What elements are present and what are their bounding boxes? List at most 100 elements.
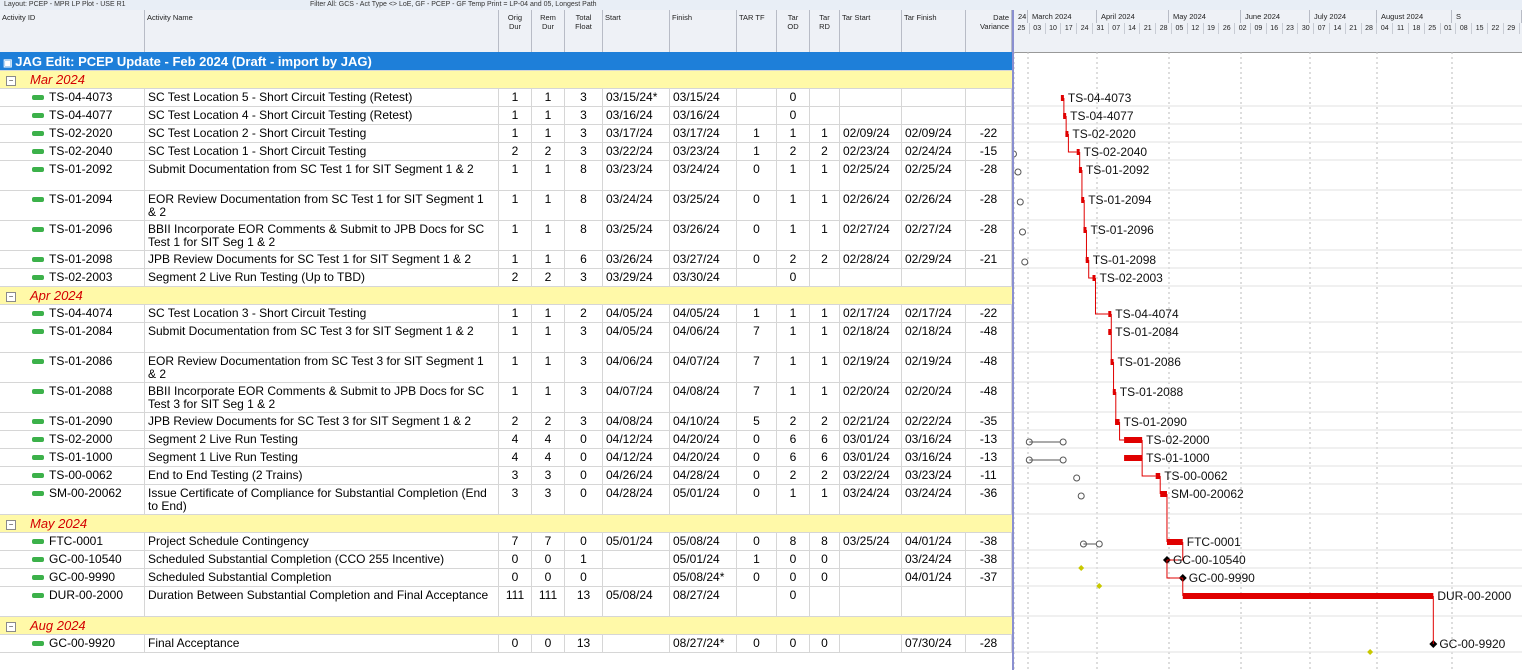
activity-id-cell: DUR-00-2000 (0, 587, 145, 616)
col-tar-tf[interactable]: TAR TF (737, 10, 777, 52)
col-finish[interactable]: Finish (670, 10, 737, 52)
cell-od: 0 (499, 551, 532, 568)
table-row[interactable]: TS-00-0062 End to End Testing (2 Trains) 3… (0, 467, 1012, 485)
cell-tartf (737, 269, 777, 286)
col-orig-dur[interactable]: Orig Dur (499, 10, 532, 52)
col-date-variance[interactable]: Date Variance (966, 10, 1012, 52)
col-start[interactable]: Start (603, 10, 670, 52)
collapse-icon[interactable]: − (6, 75, 16, 86)
cell-rd: 1 (532, 161, 565, 190)
gantt-bar-label: TS-00-0062 (1164, 469, 1228, 483)
col-tar-rd[interactable]: Tar RD (810, 10, 840, 52)
gantt-bar[interactable] (1160, 491, 1167, 497)
cell-start: 05/08/24 (603, 587, 670, 616)
table-row[interactable]: TS-01-2088 BBII Incorporate EOR Comments … (0, 383, 1012, 413)
table-row[interactable]: GC-00-10540 Scheduled Substantial Complet… (0, 551, 1012, 569)
cell-start: 05/01/24 (603, 533, 670, 550)
cell-tfinish: 03/24/24 (902, 485, 966, 514)
project-row[interactable]: ▣ JAG Edit: PCEP Update - Feb 2024 (Draf… (0, 52, 1012, 71)
table-row[interactable]: TS-01-2090 JPB Review Documents for SC Te… (0, 413, 1012, 431)
table-row[interactable]: TS-04-4077 SC Test Location 4 - Short Cir… (0, 107, 1012, 125)
gantt-bar[interactable] (1124, 437, 1143, 443)
gantt-target-marker (1014, 168, 1022, 176)
table-row[interactable]: TS-02-2020 SC Test Location 2 - Short Cir… (0, 125, 1012, 143)
gantt-bar[interactable] (1155, 473, 1161, 479)
table-row[interactable]: FTC-0001 Project Schedule Contingency 7 7 0 0… (0, 533, 1012, 551)
table-row[interactable]: DUR-00-2000 Duration Between Substantial … (0, 587, 1012, 617)
cell-tfinish: 02/27/24 (902, 221, 966, 250)
activity-bar-icon (32, 575, 44, 581)
col-tar-start[interactable]: Tar Start (840, 10, 902, 52)
gantt-bar[interactable] (1182, 593, 1434, 599)
table-row[interactable]: TS-01-2092 Submit Documentation from SC T… (0, 161, 1012, 191)
month-group-label: − Apr 2024 (0, 287, 1012, 304)
table-row[interactable]: SM-00-20062 Issue Certificate of Complian… (0, 485, 1012, 515)
layout-label[interactable]: Layout: PCEP - MPR LP Plot - USE R1 (4, 0, 126, 10)
cell-tfinish: 07/30/24 (902, 635, 966, 652)
table-row[interactable]: TS-04-4073 SC Test Location 5 - Short Cir… (0, 89, 1012, 107)
timeline-month: May 2024 (1169, 10, 1241, 23)
cell-tod: 1 (777, 125, 810, 142)
cell-dv: -22 (966, 125, 1012, 142)
cell-tstart: 03/24/24 (840, 485, 902, 514)
collapse-icon[interactable]: − (6, 291, 16, 302)
timeline-week: 30 (1298, 23, 1315, 34)
gantt-bar[interactable] (1166, 539, 1183, 545)
activity-id-cell: TS-01-2098 (0, 251, 145, 268)
table-row[interactable]: TS-01-2094 EOR Review Documentation from … (0, 191, 1012, 221)
col-activity-name[interactable]: Activity Name (145, 10, 499, 52)
collapse-icon[interactable]: − (6, 519, 16, 530)
cell-dv: -38 (966, 551, 1012, 568)
table-row[interactable]: GC-00-9920 Final Acceptance 0 0 13 08/27/24* 0… (0, 635, 1012, 653)
month-group-row[interactable]: − Apr 2024 (0, 287, 1012, 305)
activity-id: TS-04-4073 (49, 90, 113, 104)
cell-rd: 2 (532, 413, 565, 430)
month-group-row[interactable]: − May 2024 (0, 515, 1012, 533)
timeline-week: 24 (1077, 23, 1093, 34)
activity-bar-icon (32, 197, 44, 203)
cell-tstart: 02/21/24 (840, 413, 902, 430)
filter-label[interactable]: Filter All: GCS - Act Type <> LoE, GF - … (310, 0, 597, 10)
cell-tfinish: 02/24/24 (902, 143, 966, 160)
cell-start: 04/08/24 (603, 413, 670, 430)
timeline-week: 18 (1409, 23, 1425, 34)
cell-trd: 0 (810, 551, 840, 568)
cell-tstart: 02/28/24 (840, 251, 902, 268)
col-activity-id[interactable]: Activity ID (0, 10, 145, 52)
cell-tf: 3 (565, 107, 603, 124)
table-row[interactable]: TS-02-2000 Segment 2 Live Run Testing 4 4 0 0… (0, 431, 1012, 449)
table-row[interactable]: TS-02-2003 Segment 2 Live Run Testing (Up… (0, 269, 1012, 287)
col-tar-finish[interactable]: Tar Finish (902, 10, 966, 52)
cell-rd: 1 (532, 305, 565, 322)
cell-finish: 03/25/24 (670, 191, 737, 220)
table-row[interactable]: TS-02-2040 SC Test Location 1 - Short Cir… (0, 143, 1012, 161)
col-tar-od[interactable]: Tar OD (777, 10, 810, 52)
table-row[interactable]: TS-04-4074 SC Test Location 3 - Short Cir… (0, 305, 1012, 323)
table-row[interactable]: TS-01-1000 Segment 1 Live Run Testing 4 4 0 0… (0, 449, 1012, 467)
activity-bar-icon (32, 167, 44, 173)
cell-trd: 6 (810, 431, 840, 448)
table-row[interactable]: GC-00-9990 Scheduled Substantial Completi… (0, 569, 1012, 587)
gantt-bar-label: TS-01-2088 (1120, 385, 1184, 399)
timeline-month: August 2024 (1377, 10, 1452, 23)
activity-id-cell: TS-02-2003 (0, 269, 145, 286)
gantt-bar-label: TS-02-2000 (1146, 433, 1210, 447)
col-rem-dur[interactable]: Rem Dur (532, 10, 565, 52)
cell-name: EOR Review Documentation from SC Test 1 … (145, 191, 499, 220)
cell-tfinish: 02/17/24 (902, 305, 966, 322)
col-total-float[interactable]: Total Float (565, 10, 603, 52)
cell-dv: -28 (966, 635, 1012, 652)
gantt-bar-label: TS-01-2094 (1088, 193, 1152, 207)
table-row[interactable]: TS-01-2096 BBII Incorporate EOR Comments … (0, 221, 1012, 251)
table-row[interactable]: TS-01-2084 Submit Documentation from SC T… (0, 323, 1012, 353)
cell-start: 03/25/24 (603, 221, 670, 250)
table-row[interactable]: TS-01-2098 JPB Review Documents for SC Te… (0, 251, 1012, 269)
collapse-icon[interactable]: − (6, 621, 16, 632)
month-group-row[interactable]: − Aug 2024 (0, 617, 1012, 635)
cell-rd: 0 (532, 635, 565, 652)
cell-finish: 08/27/24 (670, 587, 737, 616)
month-group-row[interactable]: − Mar 2024 (0, 71, 1012, 89)
table-row[interactable]: TS-01-2086 EOR Review Documentation from … (0, 353, 1012, 383)
cell-tod: 1 (777, 305, 810, 322)
cell-start: 04/05/24 (603, 323, 670, 352)
